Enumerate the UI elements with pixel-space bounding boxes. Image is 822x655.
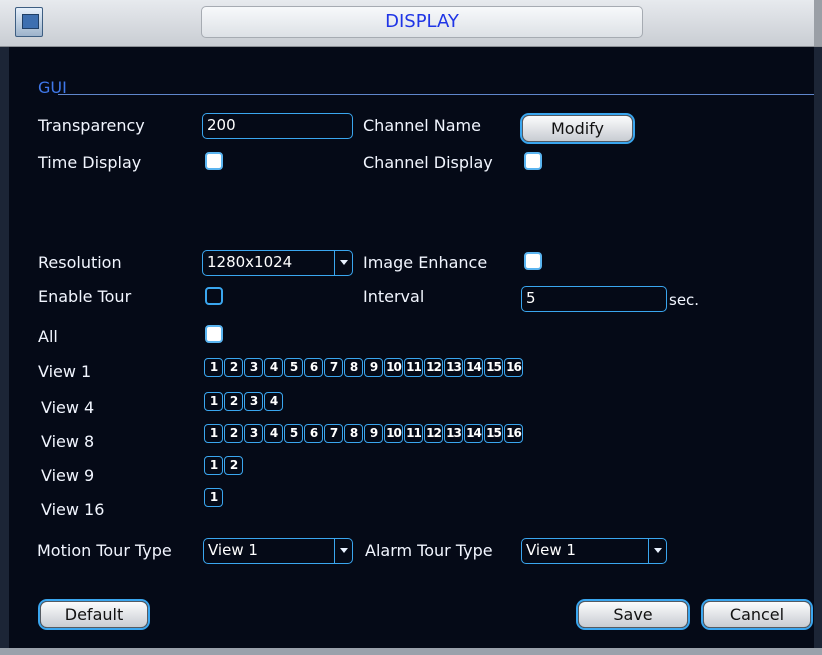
channel-toggle[interactable]: 7 (324, 424, 343, 443)
save-button[interactable]: Save (578, 601, 688, 628)
channel-toggle[interactable]: 1 (204, 424, 223, 443)
interval-label: Interval (363, 287, 425, 306)
channel-toggle[interactable]: 2 (224, 392, 243, 411)
resolution-value: 1280x1024 (207, 253, 293, 271)
channel-toggle[interactable]: 14 (464, 424, 483, 443)
cancel-button[interactable]: Cancel (703, 601, 811, 628)
channel-toggle[interactable]: 8 (344, 424, 363, 443)
all-label: All (38, 327, 58, 346)
channel-toggle[interactable]: 9 (364, 424, 383, 443)
enable-tour-checkbox[interactable] (205, 287, 223, 305)
view-8-label: View 8 (41, 432, 95, 451)
motion-tour-type-value: View 1 (208, 541, 258, 559)
channel-toggle[interactable]: 5 (284, 358, 303, 377)
view-9-channels: 12 (204, 456, 243, 475)
view-1-channels: 1 2 3 4 5 6 7 8 9 10 11 12 13 14 15 16 (204, 358, 523, 377)
channel-toggle[interactable]: 10 (384, 424, 403, 443)
channel-toggle[interactable]: 4 (264, 392, 283, 411)
time-display-label: Time Display (38, 153, 142, 172)
view-8-channels: 1 2 3 4 5 6 7 8 9 10 11 12 13 14 15 16 (204, 424, 523, 443)
channel-toggle[interactable]: 2 (224, 424, 243, 443)
resolution-select[interactable]: 1280x1024 (202, 250, 353, 276)
channel-toggle[interactable]: 14 (464, 358, 483, 377)
channel-toggle[interactable]: 1 (204, 488, 223, 507)
gui-section-label: GUI (38, 78, 67, 97)
view-16-label: View 16 (41, 500, 105, 519)
alarm-tour-type-value: View 1 (526, 541, 576, 559)
panel-left-border (0, 47, 9, 655)
image-enhance-label: Image Enhance (363, 253, 488, 272)
channel-toggle[interactable]: 1 (204, 456, 223, 475)
channel-toggle[interactable]: 6 (304, 358, 323, 377)
modify-button[interactable]: Modify (522, 115, 633, 142)
channel-toggle[interactable]: 8 (344, 358, 363, 377)
view-4-label: View 4 (41, 398, 95, 417)
channel-toggle[interactable]: 12 (424, 358, 443, 377)
channel-toggle[interactable]: 15 (484, 424, 503, 443)
transparency-label: Transparency (38, 116, 145, 135)
channel-toggle[interactable]: 16 (504, 424, 523, 443)
view-9-label: View 9 (41, 466, 95, 485)
view-16-channels: 1 (204, 488, 223, 507)
transparency-input[interactable]: 200 (202, 113, 353, 139)
channel-toggle[interactable]: 3 (244, 358, 263, 377)
channel-toggle[interactable]: 15 (484, 358, 503, 377)
channel-toggle[interactable]: 4 (264, 424, 283, 443)
panel-bottom-border (0, 648, 822, 655)
view-1-label: View 1 (38, 362, 92, 381)
alarm-tour-type-select[interactable]: View 1 (521, 538, 667, 564)
interval-input[interactable]: 5 (521, 286, 667, 312)
enable-tour-label: Enable Tour (38, 287, 132, 306)
channel-toggle[interactable]: 11 (404, 424, 423, 443)
motion-tour-type-select[interactable]: View 1 (203, 538, 353, 564)
default-button[interactable]: Default (40, 601, 148, 628)
chevron-down-icon[interactable] (334, 539, 352, 563)
image-enhance-checkbox[interactable] (524, 252, 542, 270)
motion-tour-type-label: Motion Tour Type (37, 541, 172, 560)
gui-section-divider (58, 94, 814, 95)
channel-toggle[interactable]: 11 (404, 358, 423, 377)
resolution-label: Resolution (38, 253, 122, 272)
channel-toggle[interactable]: 13 (444, 358, 463, 377)
display-settings-panel (0, 47, 822, 655)
chevron-down-icon[interactable] (648, 539, 666, 563)
channel-display-label: Channel Display (363, 153, 493, 172)
channel-toggle[interactable]: 1 (204, 392, 223, 411)
channel-toggle[interactable]: 2 (224, 456, 243, 475)
channel-toggle[interactable]: 9 (364, 358, 383, 377)
channel-toggle[interactable]: 13 (444, 424, 463, 443)
channel-toggle[interactable]: 12 (424, 424, 443, 443)
channel-toggle[interactable]: 4 (264, 358, 283, 377)
display-app-icon (15, 7, 43, 37)
channel-name-label: Channel Name (363, 116, 481, 135)
channel-toggle[interactable]: 1 (204, 358, 223, 377)
panel-right-border (814, 47, 822, 655)
title-bar: DISPLAY (0, 0, 822, 47)
channel-toggle[interactable]: 2 (224, 358, 243, 377)
chevron-down-icon[interactable] (334, 251, 352, 275)
channel-toggle[interactable]: 6 (304, 424, 323, 443)
time-display-checkbox[interactable] (205, 152, 223, 170)
view-4-channels: 1234 (204, 392, 283, 411)
alarm-tour-type-label: Alarm Tour Type (365, 541, 493, 560)
window-title: DISPLAY (201, 6, 643, 38)
channel-toggle[interactable]: 3 (244, 392, 263, 411)
all-checkbox[interactable] (205, 325, 223, 343)
title-bar-edge (814, 0, 822, 46)
channel-display-checkbox[interactable] (524, 152, 542, 170)
channel-toggle[interactable]: 5 (284, 424, 303, 443)
channel-toggle[interactable]: 7 (324, 358, 343, 377)
channel-toggle[interactable]: 3 (244, 424, 263, 443)
interval-unit-label: sec. (669, 291, 700, 309)
channel-toggle[interactable]: 16 (504, 358, 523, 377)
channel-toggle[interactable]: 10 (384, 358, 403, 377)
